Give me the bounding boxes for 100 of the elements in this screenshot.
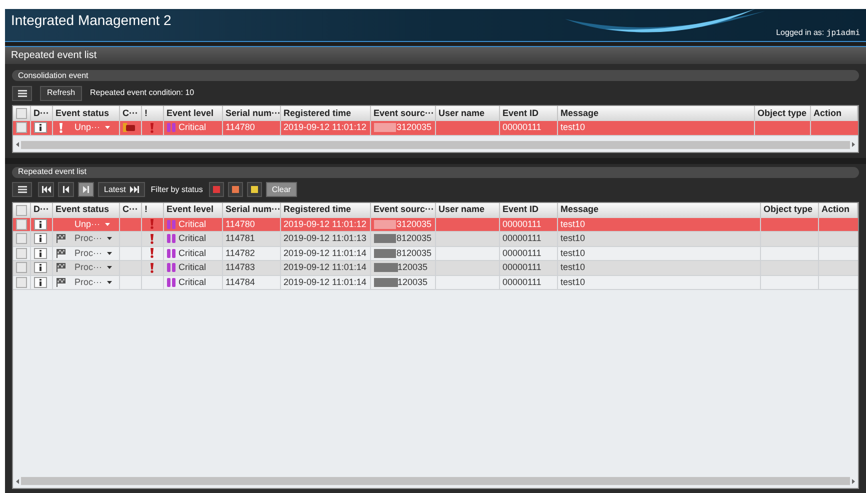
section-title: Repeated event list bbox=[18, 166, 86, 178]
row-checkbox[interactable] bbox=[16, 233, 27, 244]
select-all-checkbox[interactable] bbox=[16, 108, 27, 119]
next-page-icon bbox=[83, 186, 89, 193]
details-button[interactable] bbox=[34, 218, 46, 230]
row-checkbox[interactable] bbox=[16, 262, 27, 274]
info-icon bbox=[38, 124, 42, 132]
status-dropdown[interactable]: Proc··· bbox=[74, 246, 112, 260]
redaction-block bbox=[374, 234, 396, 244]
time-cell: 2019-09-12 11:01:12 bbox=[280, 121, 370, 135]
exclamation-icon bbox=[150, 234, 154, 244]
serial-cell: 114780 bbox=[222, 218, 280, 232]
details-button[interactable] bbox=[34, 248, 46, 259]
first-page-icon bbox=[42, 186, 50, 193]
row-checkbox[interactable] bbox=[16, 122, 27, 134]
info-icon bbox=[38, 278, 42, 286]
time-cell: 2019-09-12 11:01:14 bbox=[280, 246, 370, 260]
critical-icon bbox=[166, 278, 176, 287]
time-cell: 2019-09-12 11:01:14 bbox=[280, 260, 370, 275]
login-info: Logged in as: jp1admi bbox=[776, 27, 860, 40]
source-text: 8120035 bbox=[396, 232, 432, 245]
row-checkbox[interactable] bbox=[16, 276, 27, 288]
serial-cell: 114780 bbox=[222, 121, 280, 135]
serial-cell: 114781 bbox=[222, 232, 280, 246]
refresh-button[interactable]: Refresh bbox=[40, 86, 82, 100]
time-cell: 2019-09-12 11:01:14 bbox=[280, 275, 370, 290]
table-cell[interactable] bbox=[13, 246, 30, 260]
previous-page-icon bbox=[63, 186, 69, 193]
serial-cell: 114782 bbox=[222, 246, 280, 260]
message-cell: test10 bbox=[557, 275, 760, 290]
details-button[interactable] bbox=[34, 122, 46, 134]
select-all-checkbox[interactable] bbox=[16, 204, 27, 216]
source-text: 3120035 bbox=[396, 218, 432, 230]
page-nav-button[interactable] bbox=[38, 182, 54, 197]
critical-icon bbox=[166, 263, 176, 272]
redaction-block bbox=[374, 263, 398, 272]
status-filter-button[interactable] bbox=[228, 182, 243, 197]
scroll-right-icon[interactable] bbox=[852, 478, 855, 484]
level-text: Critical bbox=[178, 276, 206, 288]
info-icon bbox=[38, 264, 42, 272]
details-button[interactable] bbox=[34, 262, 46, 274]
event-id-cell: 00000111 bbox=[499, 246, 557, 260]
event-id-cell: 00000111 bbox=[499, 218, 557, 232]
table-cell[interactable] bbox=[13, 275, 30, 290]
horizontal-scrollbar[interactable] bbox=[21, 477, 850, 485]
horizontal-scrollbar[interactable] bbox=[21, 140, 850, 148]
table-cell[interactable] bbox=[13, 121, 30, 135]
details-button[interactable] bbox=[34, 233, 46, 244]
status-text: Unp··· bbox=[74, 121, 100, 134]
last-page-icon bbox=[130, 186, 139, 193]
status-text: Proc··· bbox=[74, 232, 102, 245]
info-icon bbox=[38, 250, 42, 257]
exclamation-icon bbox=[58, 122, 62, 133]
latest-button[interactable]: Latest bbox=[98, 182, 145, 197]
level-text: Critical bbox=[178, 218, 206, 230]
event-id-cell: 00000111 bbox=[499, 260, 557, 275]
status-text: Proc··· bbox=[74, 246, 102, 260]
event-id-cell: 00000111 bbox=[499, 275, 557, 290]
event-id-cell: 00000111 bbox=[499, 232, 557, 246]
page-nav-button[interactable] bbox=[58, 182, 74, 197]
critical-icon bbox=[166, 234, 176, 244]
table-cell[interactable] bbox=[13, 218, 30, 232]
time-cell: 2019-09-12 11:01:12 bbox=[280, 218, 370, 232]
message-cell: test10 bbox=[557, 260, 760, 275]
scroll-right-icon[interactable] bbox=[852, 142, 855, 147]
redaction-block bbox=[374, 220, 396, 229]
table-cell[interactable] bbox=[13, 232, 30, 246]
menu-button[interactable] bbox=[12, 86, 32, 100]
status-text: Proc··· bbox=[74, 261, 102, 274]
condition-text: Repeated event condition: 10 bbox=[90, 87, 194, 99]
message-cell: test10 bbox=[557, 121, 754, 135]
status-dropdown[interactable]: Proc··· bbox=[74, 261, 112, 274]
exclamation-icon bbox=[150, 262, 154, 273]
table-cell[interactable] bbox=[13, 260, 30, 275]
serial-cell: 114783 bbox=[222, 260, 280, 275]
menu-icon bbox=[18, 186, 26, 193]
scroll-left-icon[interactable] bbox=[16, 478, 19, 484]
scroll-left-icon[interactable] bbox=[16, 142, 19, 147]
row-checkbox[interactable] bbox=[16, 248, 27, 259]
time-cell: 2019-09-12 11:01:13 bbox=[280, 232, 370, 246]
row-checkbox[interactable] bbox=[16, 218, 27, 230]
level-text: Critical bbox=[178, 246, 206, 260]
message-cell: test10 bbox=[557, 246, 760, 260]
status-dropdown[interactable]: Proc··· bbox=[74, 276, 112, 289]
message-cell: test10 bbox=[557, 232, 760, 246]
level-text: Critical bbox=[178, 232, 206, 245]
level-text: Critical bbox=[178, 261, 206, 274]
info-icon bbox=[38, 235, 42, 242]
exclamation-icon bbox=[150, 219, 154, 230]
status-filter-button[interactable] bbox=[246, 182, 262, 197]
status-text: Proc··· bbox=[74, 276, 102, 288]
dropdown-caret-icon bbox=[107, 266, 112, 270]
dropdown-caret-icon bbox=[107, 252, 112, 255]
details-button[interactable] bbox=[34, 276, 46, 288]
menu-button[interactable] bbox=[12, 182, 32, 197]
source-text: 3120035 bbox=[396, 121, 432, 134]
status-dropdown[interactable]: Proc··· bbox=[74, 232, 112, 246]
exclamation-icon bbox=[150, 248, 154, 258]
dropdown-caret-icon bbox=[105, 222, 110, 226]
event-id-cell: 00000111 bbox=[499, 121, 557, 135]
